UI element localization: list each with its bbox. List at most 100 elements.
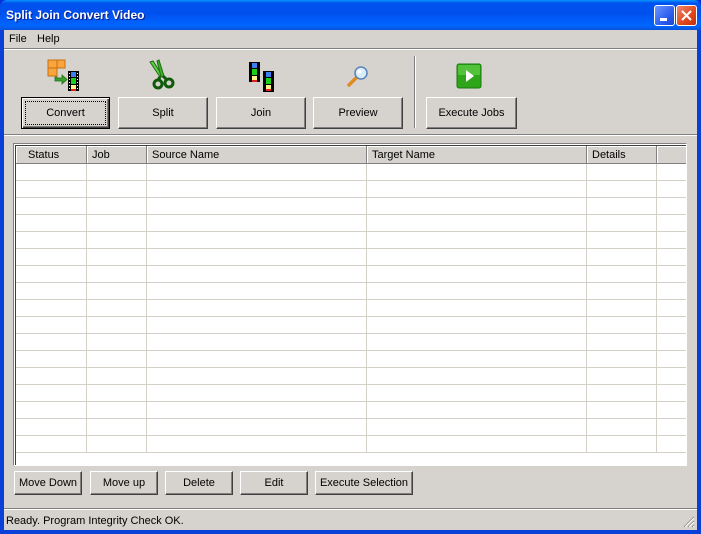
delete-button[interactable]: Delete (165, 471, 233, 495)
table-row[interactable] (16, 215, 686, 232)
menu-help[interactable]: Help (37, 33, 60, 45)
table-cell (657, 385, 686, 402)
table-row[interactable] (16, 385, 686, 402)
execute-selection-label: Execute Selection (319, 477, 409, 489)
join-button[interactable]: Join (216, 97, 306, 129)
table-cell (367, 181, 587, 198)
column-header-details[interactable]: Details (587, 146, 657, 164)
table-row[interactable] (16, 334, 686, 351)
menu-file[interactable]: File (9, 33, 27, 45)
table-row[interactable] (16, 164, 686, 181)
table-cell (87, 368, 147, 385)
table-cell (587, 283, 657, 300)
table-cell (367, 436, 587, 453)
table-cell (657, 436, 686, 453)
table-cell (657, 419, 686, 436)
table-cell (147, 164, 367, 181)
magnifier-icon (347, 66, 368, 87)
table-cell (16, 198, 87, 215)
minimize-button[interactable] (654, 5, 675, 26)
move-up-button[interactable]: Move up (90, 471, 158, 495)
table-cell (87, 334, 147, 351)
close-icon (681, 10, 692, 21)
table-cell (367, 249, 587, 266)
table-cell (147, 436, 367, 453)
close-button[interactable] (676, 5, 697, 26)
table-cell (16, 402, 87, 419)
table-cell (587, 215, 657, 232)
table-cell (367, 198, 587, 215)
table-cell (87, 232, 147, 249)
column-header-target-name[interactable]: Target Name (367, 146, 587, 164)
column-header-status[interactable]: Status (16, 146, 87, 164)
move-down-label: Move Down (18, 477, 78, 489)
table-cell (87, 283, 147, 300)
toolbar-bottom-separator (4, 134, 697, 136)
minimize-icon (660, 18, 667, 21)
table-cell (367, 419, 587, 436)
table-cell (367, 266, 587, 283)
table-cell (16, 249, 87, 266)
table-cell (367, 351, 587, 368)
table-cell (147, 317, 367, 334)
execute-jobs-label: Execute Jobs (438, 107, 505, 119)
join-label: Join (250, 107, 272, 119)
execute-selection-button[interactable]: Execute Selection (315, 471, 413, 495)
table-cell (367, 334, 587, 351)
table-cell (587, 266, 657, 283)
table-row[interactable] (16, 436, 686, 453)
edit-button[interactable]: Edit (240, 471, 308, 495)
table-row[interactable] (16, 232, 686, 249)
table-cell (16, 368, 87, 385)
convert-icon (47, 59, 79, 91)
table-cell (587, 419, 657, 436)
table-cell (87, 419, 147, 436)
client-area: File Help Convert Split Join Preview Exe… (4, 30, 697, 530)
table-cell (657, 266, 686, 283)
table-cell (147, 249, 367, 266)
table-row[interactable] (16, 317, 686, 334)
split-button[interactable]: Split (118, 97, 208, 129)
column-header-job[interactable]: Job (87, 146, 147, 164)
column-header-source-name[interactable]: Source Name (147, 146, 367, 164)
table-row[interactable] (16, 351, 686, 368)
table-row[interactable] (16, 249, 686, 266)
table-cell (367, 300, 587, 317)
table-cell (147, 368, 367, 385)
table-row[interactable] (16, 402, 686, 419)
table-cell (657, 334, 686, 351)
table-row[interactable] (16, 300, 686, 317)
table-cell (657, 317, 686, 334)
play-icon (456, 63, 482, 89)
table-cell (87, 266, 147, 283)
title-bar[interactable]: Split Join Convert Video (0, 0, 701, 30)
table-cell (147, 351, 367, 368)
focus-ring (25, 101, 106, 125)
table-cell (657, 300, 686, 317)
status-bar: Ready. Program Integrity Check OK. (4, 510, 697, 530)
table-cell (87, 402, 147, 419)
table-row[interactable] (16, 198, 686, 215)
table-row[interactable] (16, 419, 686, 436)
table-cell (147, 215, 367, 232)
jobs-table[interactable]: Status Job Source Name Target Name Detai… (13, 143, 687, 466)
convert-button[interactable]: Convert (21, 97, 110, 129)
table-row[interactable] (16, 283, 686, 300)
table-row[interactable] (16, 266, 686, 283)
table-row[interactable] (16, 368, 686, 385)
table-cell (16, 283, 87, 300)
column-header-extra[interactable] (657, 146, 686, 164)
move-down-button[interactable]: Move Down (14, 471, 82, 495)
resize-grip-icon[interactable] (683, 516, 695, 528)
table-cell (587, 385, 657, 402)
delete-label: Delete (183, 477, 215, 489)
table-cell (87, 351, 147, 368)
table-cell (147, 419, 367, 436)
table-cell (87, 164, 147, 181)
preview-button[interactable]: Preview (313, 97, 403, 129)
table-cell (587, 198, 657, 215)
execute-jobs-button[interactable]: Execute Jobs (426, 97, 517, 129)
table-cell (16, 334, 87, 351)
table-cell (587, 317, 657, 334)
table-row[interactable] (16, 181, 686, 198)
